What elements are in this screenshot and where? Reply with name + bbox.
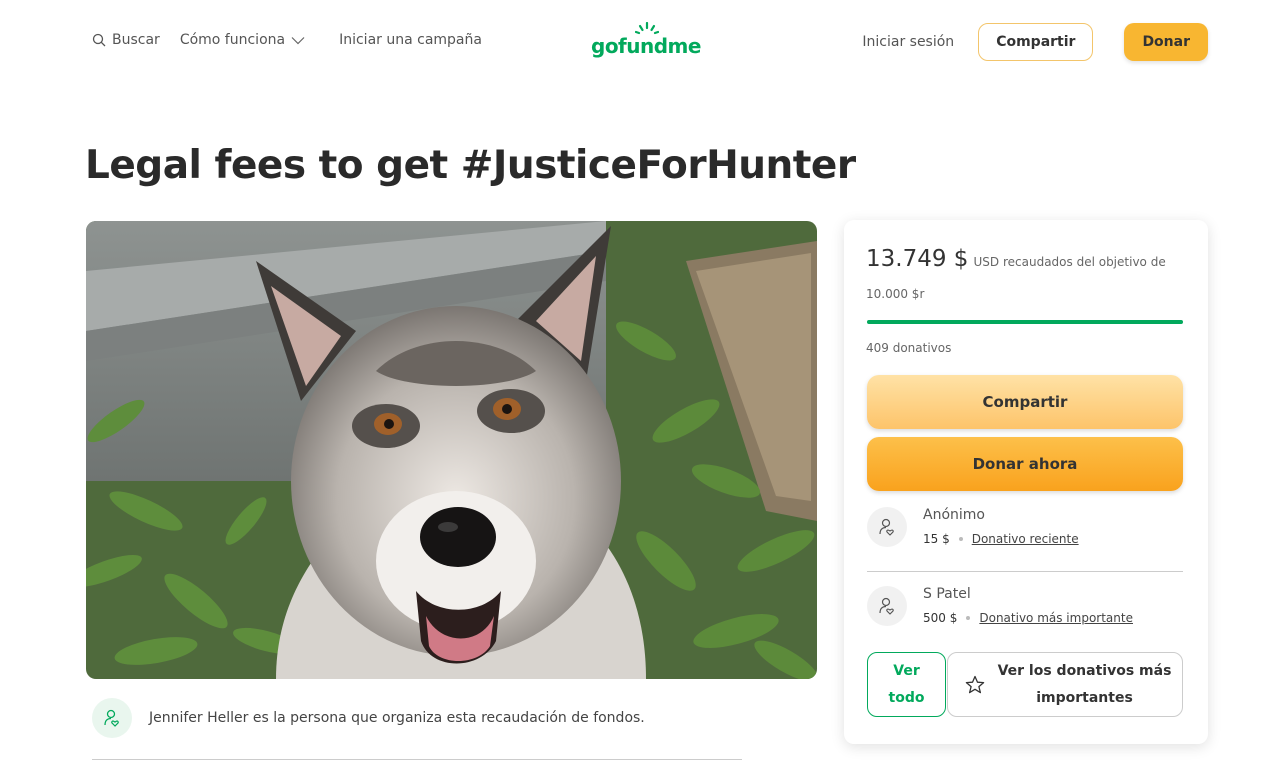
progress-bar: [867, 320, 1183, 324]
dog-photo: [86, 221, 817, 679]
search-icon: [92, 33, 106, 47]
donor-meta: 500 $ Donativo más importante: [923, 611, 1133, 625]
user-heart-icon: [104, 709, 119, 727]
organizer-avatar: [92, 698, 132, 738]
donation-count: 409 donativos: [866, 341, 952, 355]
how-it-works-menu[interactable]: Cómo funciona: [180, 32, 311, 48]
start-campaign-link[interactable]: Iniciar una campaña: [339, 32, 482, 48]
campaign-hero-image[interactable]: [86, 221, 817, 679]
progress-fill: [867, 320, 1183, 324]
donate-now-button[interactable]: Donar ahora: [867, 437, 1183, 491]
donor-avatar: [867, 507, 907, 547]
donor-amount: 15 $: [923, 532, 950, 546]
donor-divider: [867, 571, 1183, 572]
goal-amount: 10.000 $r: [866, 287, 925, 301]
raised-label: USD recaudados del objetivo de: [973, 255, 1166, 269]
top-nav: Buscar Cómo funciona Iniciar una campaña…: [0, 0, 1280, 86]
chevron-down-icon: [291, 36, 305, 44]
star-icon: [965, 675, 985, 693]
search-link[interactable]: Buscar: [92, 32, 160, 48]
organizer-row: Jennifer Heller es la persona que organi…: [92, 698, 645, 738]
raised-summary: 13.749 $ USD recaudados del objetivo de: [866, 248, 1186, 271]
donor-tag-link[interactable]: Donativo reciente: [972, 532, 1079, 546]
share-button[interactable]: Compartir: [867, 375, 1183, 429]
organizer-text: Jennifer Heller es la persona que organi…: [149, 710, 645, 726]
campaign-title: Legal fees to get #JusticeForHunter: [85, 143, 856, 188]
see-all-button[interactable]: Ver todo: [867, 652, 946, 717]
top-donations-button[interactable]: Ver los donativos más importantes: [947, 652, 1183, 717]
organizer-divider: [92, 759, 742, 760]
start-campaign-label: Iniciar una campaña: [339, 32, 482, 48]
top-donations-label: Ver los donativos más importantes: [997, 662, 1172, 706]
nav-right: Iniciar sesión Compartir Donar: [862, 23, 1208, 61]
separator-dot: [958, 537, 963, 541]
donor-name: Anónimo: [923, 507, 985, 523]
donor-avatar: [867, 586, 907, 626]
search-label: Buscar: [112, 32, 160, 48]
donor-amount: 500 $: [923, 611, 958, 625]
user-heart-icon: [879, 518, 894, 536]
nav-left: Buscar Cómo funciona Iniciar una campaña: [92, 32, 502, 48]
gofundme-logo[interactable]: gofundme: [591, 22, 703, 62]
user-heart-icon: [879, 597, 894, 615]
separator-dot: [966, 616, 971, 620]
donor-tag-link[interactable]: Donativo más importante: [979, 611, 1133, 625]
see-all-label: Ver todo: [888, 662, 925, 706]
share-button-top[interactable]: Compartir: [978, 23, 1094, 61]
donor-meta: 15 $ Donativo reciente: [923, 532, 1079, 546]
donate-button-top[interactable]: Donar: [1124, 23, 1208, 61]
how-it-works-label: Cómo funciona: [179, 32, 286, 48]
donation-card: 13.749 $ USD recaudados del objetivo de …: [844, 220, 1208, 744]
login-link[interactable]: Iniciar sesión: [862, 34, 954, 50]
logo-text: gofundme: [591, 34, 701, 58]
amount-raised: 13.749 $: [866, 246, 969, 272]
donor-name: S Patel: [923, 586, 971, 602]
